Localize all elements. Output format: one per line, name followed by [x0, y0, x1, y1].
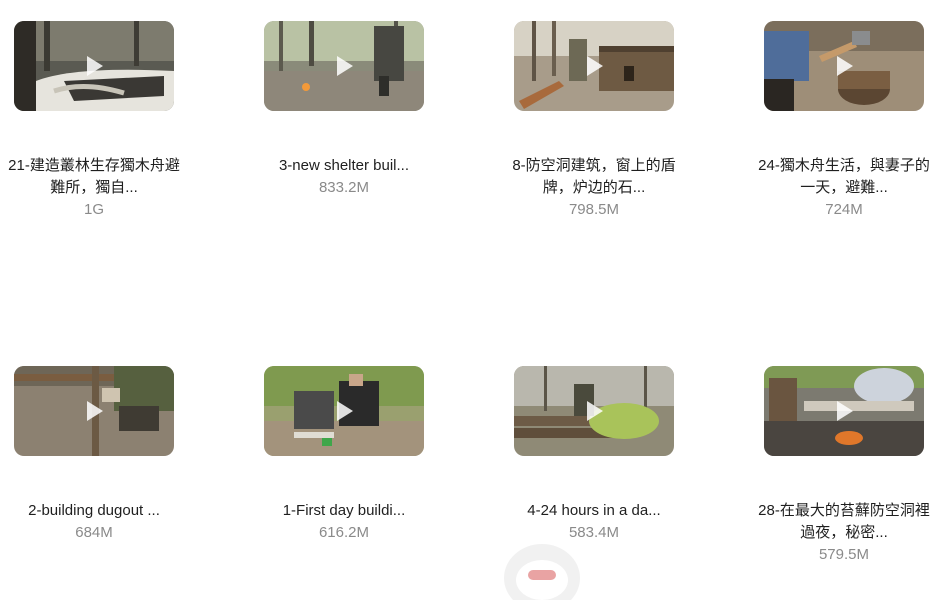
video-size: 724M	[825, 201, 863, 218]
video-size: 798.5M	[568, 201, 620, 218]
video-size: 616.2M	[318, 524, 370, 541]
video-card[interactable]: 2-building dugout ... 684M	[4, 366, 184, 544]
video-grid: 21-建造叢林生存獨木舟避難所，獨自... 1G 3-new shelter b…	[0, 0, 940, 574]
video-size: 833.2M	[318, 179, 370, 196]
play-icon[interactable]	[583, 55, 605, 77]
play-icon[interactable]	[83, 400, 105, 422]
video-thumbnail[interactable]	[514, 366, 674, 456]
video-card[interactable]: 21-建造叢林生存獨木舟避難所，獨自... 1G	[4, 21, 184, 221]
video-card[interactable]: 8-防空洞建筑，窗上的盾牌，炉边的石... 798.5M	[504, 21, 684, 221]
floating-assistant-icon[interactable]	[500, 540, 584, 600]
play-icon[interactable]	[833, 400, 855, 422]
video-thumbnail[interactable]	[764, 366, 924, 456]
video-title: 2-building dugout ...	[28, 502, 160, 519]
video-card[interactable]: 3-new shelter buil... 833.2M	[254, 21, 434, 199]
video-size: 579.5M	[818, 546, 870, 563]
video-title: 8-防空洞建筑，窗上的盾牌，炉边的石...	[512, 157, 676, 196]
video-card[interactable]: 4-24 hours in a da... 583.4M	[504, 366, 684, 544]
video-size: 684M	[75, 524, 113, 541]
video-size: 1G	[83, 201, 104, 218]
video-title: 1-First day buildi...	[282, 502, 406, 519]
video-thumbnail[interactable]	[14, 366, 174, 456]
video-title: 21-建造叢林生存獨木舟避難所，獨自...	[8, 157, 180, 196]
video-card[interactable]: 28-在最大的苔蘚防空洞裡過夜，秘密... 579.5M	[754, 366, 934, 566]
play-icon[interactable]	[333, 400, 355, 422]
play-icon[interactable]	[333, 55, 355, 77]
video-card[interactable]: 24-獨木舟生活，與妻子的一天，避難... 724M	[754, 21, 934, 221]
video-thumbnail[interactable]	[764, 21, 924, 111]
video-title: 24-獨木舟生活，與妻子的一天，避難...	[758, 157, 930, 196]
play-icon[interactable]	[583, 400, 605, 422]
video-thumbnail[interactable]	[264, 366, 424, 456]
video-title: 3-new shelter buil...	[278, 157, 410, 174]
play-icon[interactable]	[833, 55, 855, 77]
video-thumbnail[interactable]	[514, 21, 674, 111]
video-thumbnail[interactable]	[264, 21, 424, 111]
video-thumbnail[interactable]	[14, 21, 174, 111]
play-icon[interactable]	[83, 55, 105, 77]
video-card[interactable]: 1-First day buildi... 616.2M	[254, 366, 434, 544]
video-title: 4-24 hours in a da...	[527, 502, 661, 519]
video-title: 28-在最大的苔蘚防空洞裡過夜，秘密...	[758, 502, 930, 541]
